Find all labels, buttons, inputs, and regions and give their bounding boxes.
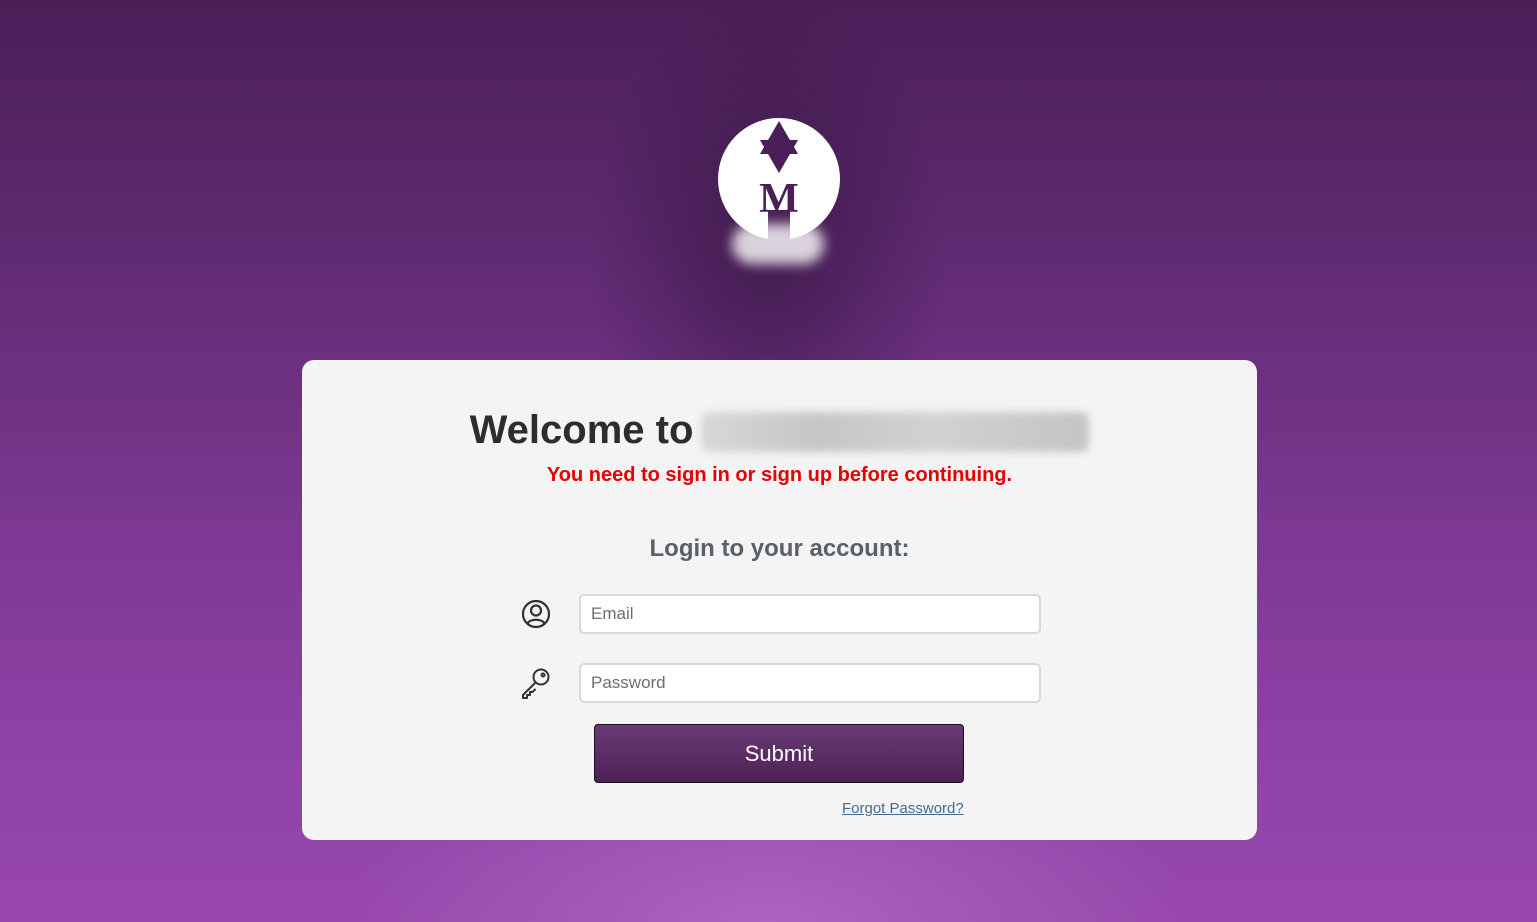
welcome-title: Welcome to — [302, 404, 1257, 456]
key-icon — [519, 666, 553, 700]
submit-button[interactable]: Submit — [594, 724, 964, 783]
app-logo: M — [718, 118, 840, 268]
forgot-password-link[interactable]: Forgot Password? — [842, 800, 964, 817]
app-name-redacted — [701, 412, 1090, 453]
user-circle-icon — [519, 597, 553, 631]
alert-message: You need to sign in or sign up before co… — [546, 464, 1013, 486]
login-card: Welcome to You need to sign in or sign u… — [302, 360, 1257, 840]
login-heading: Login to your account: — [649, 535, 910, 562]
star-m-logo-icon: M — [718, 118, 840, 240]
welcome-prefix: Welcome to — [469, 408, 694, 452]
password-field[interactable] — [579, 663, 1041, 703]
logo-caption-redacted — [732, 224, 824, 264]
email-field[interactable] — [579, 594, 1041, 634]
